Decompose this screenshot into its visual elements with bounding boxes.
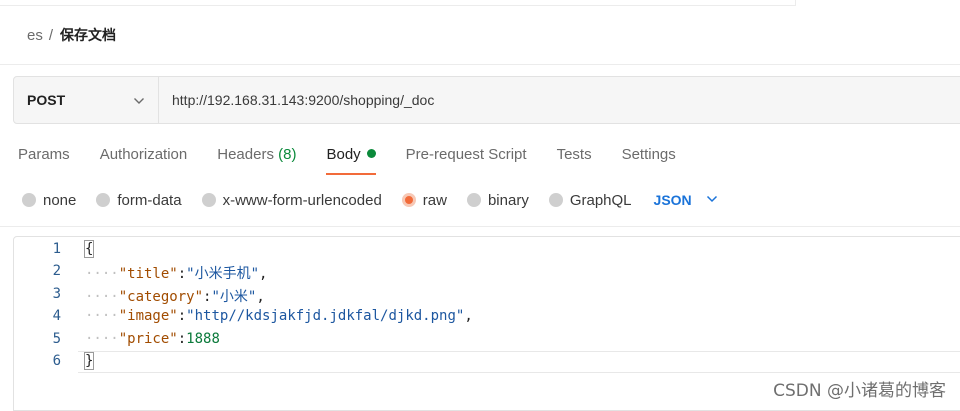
language-label: JSON: [653, 192, 692, 208]
json-comma: ,: [256, 289, 265, 305]
code-line: }: [83, 352, 95, 370]
radio-circle[interactable]: [548, 193, 563, 207]
tab-label: Params: [18, 146, 70, 163]
radio-raw[interactable]: raw: [401, 191, 447, 209]
indent-guide: ····: [85, 266, 119, 282]
tab-label: Headers: [217, 146, 274, 163]
radio-circle[interactable]: [466, 193, 481, 207]
body-indicator-dot: [366, 149, 376, 158]
radio-circle[interactable]: [96, 193, 111, 207]
radio-label: x-www-form-urlencoded: [222, 191, 382, 209]
json-comma: ,: [259, 266, 268, 282]
request-url-bar: POST http://192.168.31.143:9200/shopping…: [13, 76, 960, 124]
divider: [0, 226, 960, 227]
body-type-options: none form-data x-www-form-urlencoded raw…: [22, 189, 718, 211]
headers-count-badge: (8): [278, 146, 297, 163]
tab-params[interactable]: Params: [18, 145, 70, 175]
radio-circle[interactable]: [22, 193, 36, 207]
indent-guide: ····: [85, 331, 119, 347]
chevron-down-icon: [133, 94, 145, 110]
line-number: 2: [52, 263, 61, 279]
radio-x-www-form-urlencoded[interactable]: x-www-form-urlencoded: [201, 191, 382, 209]
url-input[interactable]: http://192.168.31.143:9200/shopping/_doc: [159, 77, 434, 123]
code-line: ····"category":"小米",: [85, 286, 265, 306]
radio-form-data[interactable]: form-data: [96, 191, 182, 209]
top-border: [0, 0, 796, 6]
json-comma: ,: [464, 308, 473, 324]
tab-settings[interactable]: Settings: [622, 145, 676, 175]
json-string-value: "小米": [211, 289, 257, 305]
tab-body[interactable]: Body: [326, 145, 376, 175]
current-line-highlight: [78, 351, 960, 373]
radio-label: raw: [422, 191, 447, 209]
indent-guide: ····: [85, 308, 119, 324]
line-number: 6: [52, 353, 61, 369]
chevron-down-icon: [706, 192, 718, 208]
tab-label: Authorization: [99, 146, 188, 163]
radio-label: binary: [487, 191, 529, 209]
json-string-value: "小米手机": [186, 266, 260, 282]
radio-graphql[interactable]: GraphQL: [548, 191, 632, 209]
json-key: "image": [118, 308, 178, 324]
code-line: ····"image":"http//kdsjakfjd.jdkfal/djkd…: [85, 308, 473, 324]
json-string-value: "http//kdsjakfjd.jdkfal/djkd.png": [186, 308, 465, 324]
tab-authorization[interactable]: Authorization: [100, 145, 188, 175]
radio-binary[interactable]: binary: [466, 191, 529, 209]
tab-label: Settings: [621, 146, 676, 163]
line-number: 3: [52, 286, 61, 302]
language-select[interactable]: JSON: [654, 192, 718, 208]
json-colon: :: [177, 331, 187, 347]
radio-circle[interactable]: [401, 193, 416, 207]
method-label: POST: [27, 92, 66, 108]
watermark: CSDN @小诸葛的博客: [773, 381, 946, 401]
tab-label: Body: [326, 146, 361, 163]
radio-circle[interactable]: [201, 193, 216, 207]
divider: [0, 64, 960, 65]
code-line: ····"title":"小米手机",: [85, 263, 267, 283]
method-select[interactable]: POST: [14, 77, 159, 123]
radio-label: form-data: [117, 191, 182, 209]
json-colon: :: [177, 308, 187, 324]
line-number: 5: [52, 331, 61, 347]
breadcrumb-collection[interactable]: es: [27, 27, 43, 44]
radio-none[interactable]: none: [22, 192, 76, 209]
tab-label: Tests: [556, 146, 592, 163]
json-number-value: 1888: [186, 331, 220, 347]
open-brace: {: [83, 240, 95, 258]
json-colon: :: [177, 266, 187, 282]
code-line: ····"price":1888: [85, 331, 220, 347]
line-number: 4: [52, 308, 61, 324]
request-tabs: Params Authorization Headers (8) Body Pr…: [18, 145, 706, 175]
tab-label: Pre-request Script: [405, 146, 527, 163]
json-key: "price": [118, 331, 178, 347]
close-brace: }: [83, 352, 95, 370]
json-key: "title": [118, 266, 178, 282]
tab-headers[interactable]: Headers (8): [217, 145, 296, 175]
tab-pre-request-script[interactable]: Pre-request Script: [406, 145, 527, 175]
line-number: 1: [52, 241, 61, 257]
tab-tests[interactable]: Tests: [557, 145, 592, 175]
json-key: "category": [118, 289, 204, 305]
radio-label: none: [43, 191, 77, 209]
code-line: {: [83, 240, 95, 258]
breadcrumb-request-name[interactable]: 保存文档: [60, 25, 116, 45]
breadcrumb: es / 保存文档: [27, 25, 116, 45]
radio-label: GraphQL: [569, 191, 632, 209]
breadcrumb-separator: /: [48, 26, 54, 44]
indent-guide: ····: [85, 289, 119, 305]
